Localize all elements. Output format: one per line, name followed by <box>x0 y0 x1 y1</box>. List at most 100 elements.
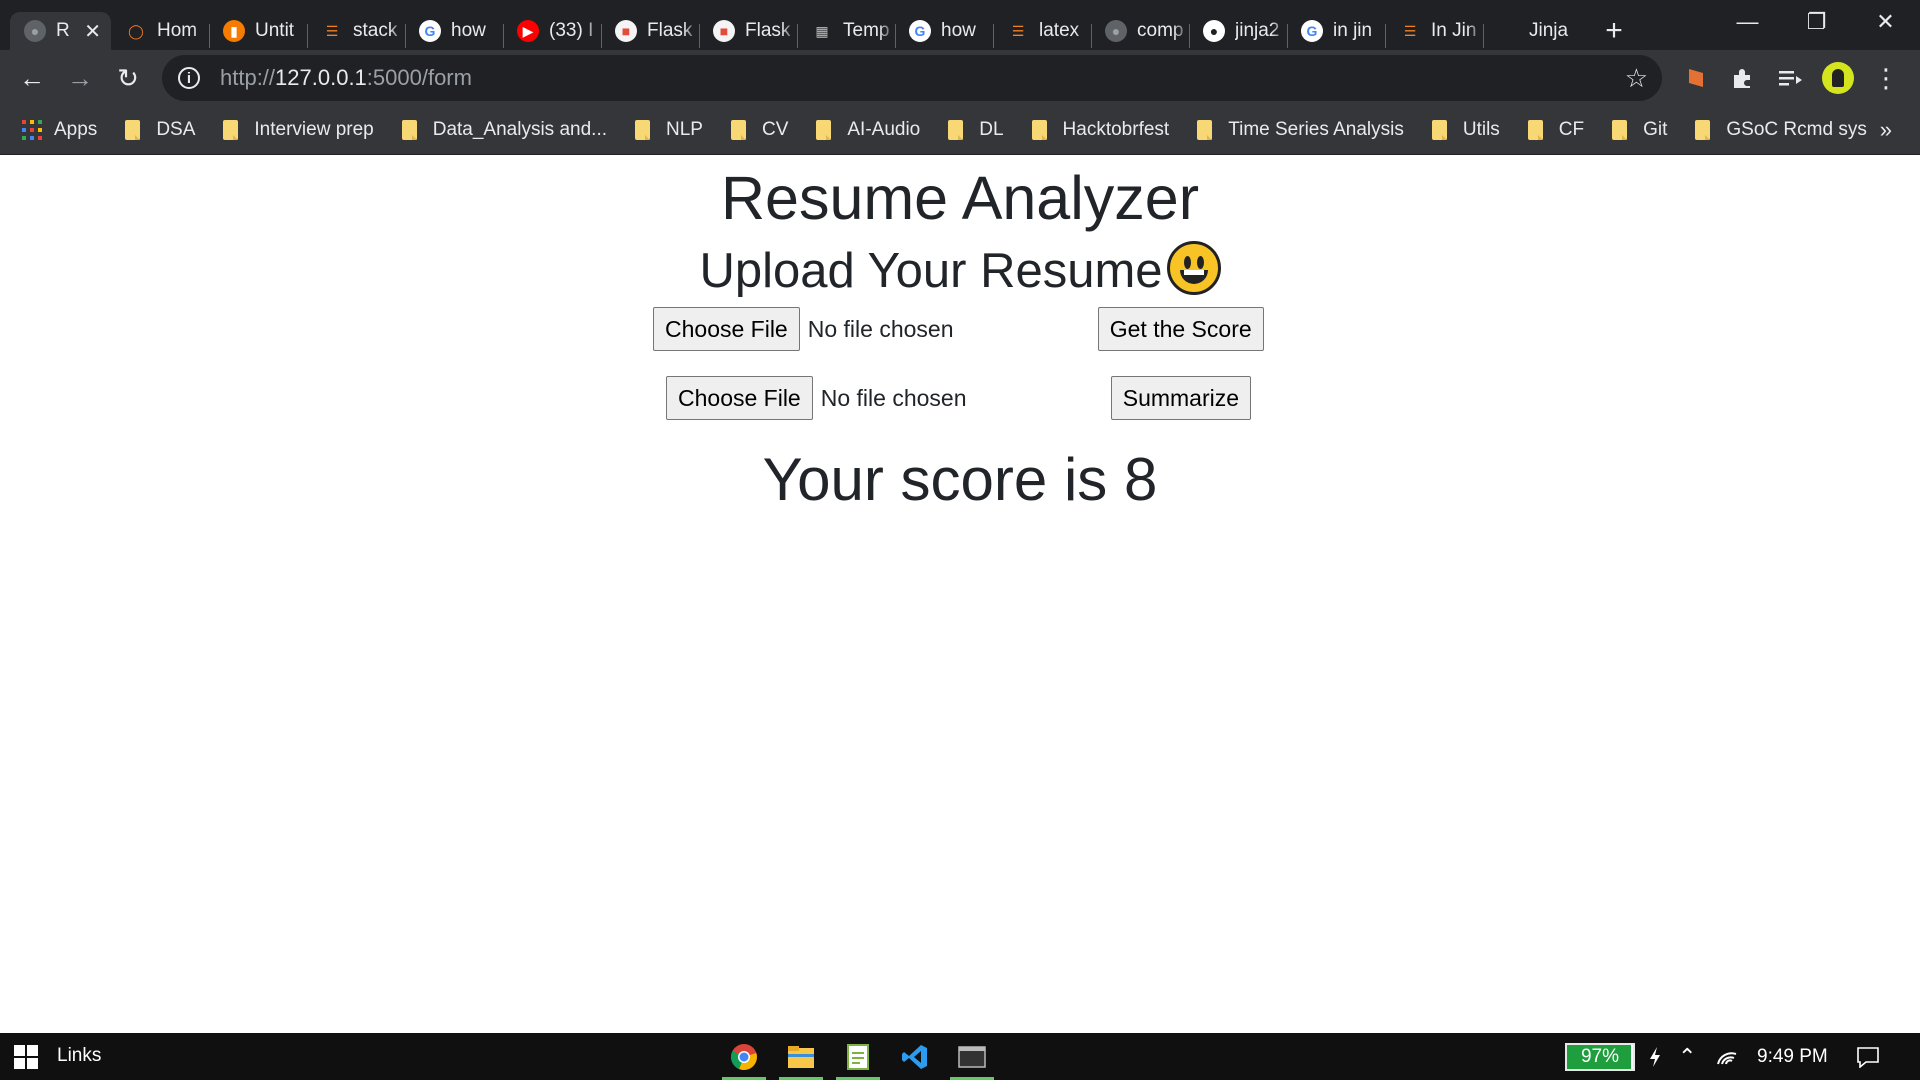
bookmark-label: NLP <box>666 119 703 140</box>
links-toolbar[interactable]: Links <box>57 1045 101 1067</box>
minimize-icon[interactable]: — <box>1713 0 1782 44</box>
site-info-icon[interactable]: i <box>178 67 200 89</box>
bookmark-folder[interactable]: NLP <box>635 119 703 141</box>
tray-chevron-up-icon[interactable]: ⌃ <box>1678 1033 1696 1080</box>
bookmark-label: Apps <box>54 119 98 140</box>
stackoverflow-icon: ☰ <box>1403 22 1417 39</box>
tab-title: in jin <box>1333 20 1373 41</box>
close-tab-icon[interactable]: ✕ <box>84 19 101 44</box>
choose-file-button[interactable]: Choose File <box>666 376 813 420</box>
tab[interactable]: ● jinja2 <box>1189 12 1287 50</box>
bookmark-label: Utils <box>1462 119 1500 140</box>
bookmark-folder[interactable]: Utils <box>1431 119 1500 141</box>
bookmark-star-icon[interactable]: ☆ <box>1625 63 1648 94</box>
bookmark-folder[interactable]: Data_Analysis and... <box>401 119 607 141</box>
new-tab-button[interactable]: + <box>1591 12 1637 50</box>
extensions-puzzle-icon[interactable] <box>1720 56 1764 100</box>
tab[interactable]: Gin jin <box>1287 12 1385 50</box>
score-result: Your score is 8 <box>762 446 1158 513</box>
tab[interactable]: ▶ (33) I <box>503 12 601 50</box>
folder-icon <box>401 120 417 140</box>
notifications-icon[interactable] <box>1856 1033 1880 1080</box>
media-queue-icon[interactable] <box>1768 56 1812 100</box>
tab[interactable]: ☰ latex <box>993 12 1091 50</box>
tab[interactable]: ■ Flask <box>601 12 699 50</box>
bookmark-folder[interactable]: Git <box>1612 119 1667 141</box>
bookmark-folder[interactable]: Time Series Analysis <box>1197 119 1404 141</box>
url-text[interactable]: http://127.0.0.1:5000/form <box>220 65 472 91</box>
tab[interactable]: ■ Flask <box>699 12 797 50</box>
bookmark-folder[interactable]: GSoC Rcmd sys <box>1695 119 1867 141</box>
tab[interactable]: ◯ Hom <box>111 12 209 50</box>
subtitle-text: Upload Your Resume <box>699 244 1163 298</box>
window-controls: — ❐ ✕ <box>1713 0 1920 44</box>
bookmark-label: DSA <box>156 119 196 140</box>
folder-icon <box>730 120 746 140</box>
forward-arrow-icon[interactable]: → <box>56 54 104 102</box>
notepad-icon[interactable] <box>830 1033 886 1080</box>
tab-title: latex <box>1039 20 1080 41</box>
bookmark-folder[interactable]: DL <box>948 119 1004 141</box>
charging-icon[interactable] <box>1648 1033 1662 1080</box>
choose-file-button[interactable]: Choose File <box>653 307 800 351</box>
tab-title: how <box>451 20 486 41</box>
menu-kebab-icon[interactable]: ⋮ <box>1864 56 1908 100</box>
summarize-button[interactable]: Summarize <box>1110 376 1252 420</box>
jupyter-icon: ◯ <box>128 22 144 39</box>
tab[interactable]: ▮ Untit <box>209 12 307 50</box>
file-status-text: No file chosen <box>807 315 954 342</box>
bookmark-apps[interactable]: Apps <box>0 119 97 141</box>
bookmark-folder[interactable]: Interview prep <box>223 119 374 141</box>
folder-icon <box>1612 120 1628 140</box>
reload-icon[interactable]: ↻ <box>104 54 152 102</box>
chrome-icon[interactable] <box>716 1033 772 1080</box>
tab-active[interactable]: ● R ✕ <box>10 12 111 50</box>
file-explorer-icon[interactable] <box>773 1033 829 1080</box>
get-score-button[interactable]: Get the Score <box>1097 307 1264 351</box>
summarize-form: Choose File No file chosen Summarize <box>666 376 1252 420</box>
vscode-icon[interactable] <box>887 1033 943 1080</box>
terminal-icon[interactable] <box>944 1033 1000 1080</box>
folder-icon <box>1695 120 1711 140</box>
bookmark-folder[interactable]: CF <box>1527 119 1584 141</box>
notebook-icon: ▮ <box>223 20 245 42</box>
wifi-icon[interactable] <box>1716 1033 1738 1080</box>
profile-avatar[interactable] <box>1816 56 1860 100</box>
flask-icon: ■ <box>615 20 637 42</box>
tab-title: stack <box>353 20 398 41</box>
browser-tab-strip: ● R ✕ ◯ Hom ▮ Untit ☰ stack Ghow ▶ (33) I ■ Flask ■ Fla… <box>0 0 1920 50</box>
tab-title: Jinja <box>1529 20 1569 41</box>
tab[interactable]: Jinja <box>1483 12 1581 50</box>
back-arrow-icon[interactable]: ← <box>8 54 56 102</box>
close-window-icon[interactable]: ✕ <box>1851 0 1920 44</box>
stackoverflow-icon: ☰ <box>325 22 339 39</box>
tab[interactable]: Ghow <box>405 12 503 50</box>
tab[interactable]: ☰ In Jin <box>1385 12 1483 50</box>
windows-start-icon[interactable] <box>14 1045 38 1069</box>
extension-icon[interactable] <box>1674 56 1718 100</box>
battery-indicator[interactable]: 97% <box>1565 1043 1635 1071</box>
bookmark-folder[interactable]: AI-Audio <box>816 119 920 141</box>
tab-title: R <box>56 20 70 41</box>
restore-icon[interactable]: ❐ <box>1782 0 1851 44</box>
address-bar[interactable]: i http://127.0.0.1:5000/form ☆ <box>162 55 1662 101</box>
bookmark-label: Hacktobrfest <box>1062 119 1170 140</box>
bookmark-label: DL <box>979 119 1004 140</box>
tab-title: Hom <box>157 20 198 41</box>
tab[interactable]: ▦ Temp <box>797 12 895 50</box>
tab-title: Flask <box>647 20 693 41</box>
tab[interactable]: ● comp <box>1091 12 1189 50</box>
blank-icon <box>1497 20 1519 42</box>
bookmark-label: Git <box>1643 119 1668 140</box>
bookmarks-overflow-button[interactable]: » <box>1880 117 1892 143</box>
folder-icon <box>1197 120 1213 140</box>
clock-time[interactable]: 9:49 PM <box>1757 1033 1828 1080</box>
tab[interactable]: ☰ stack <box>307 12 405 50</box>
folder-icon <box>635 120 650 140</box>
tab[interactable]: Ghow <box>895 12 993 50</box>
apps-grid-icon <box>22 120 42 140</box>
bookmark-folder[interactable]: Hacktobrfest <box>1031 119 1170 141</box>
bookmark-folder[interactable]: DSA <box>125 119 195 141</box>
bookmark-folder[interactable]: CV <box>730 119 788 141</box>
tab-title: comp <box>1137 20 1184 41</box>
